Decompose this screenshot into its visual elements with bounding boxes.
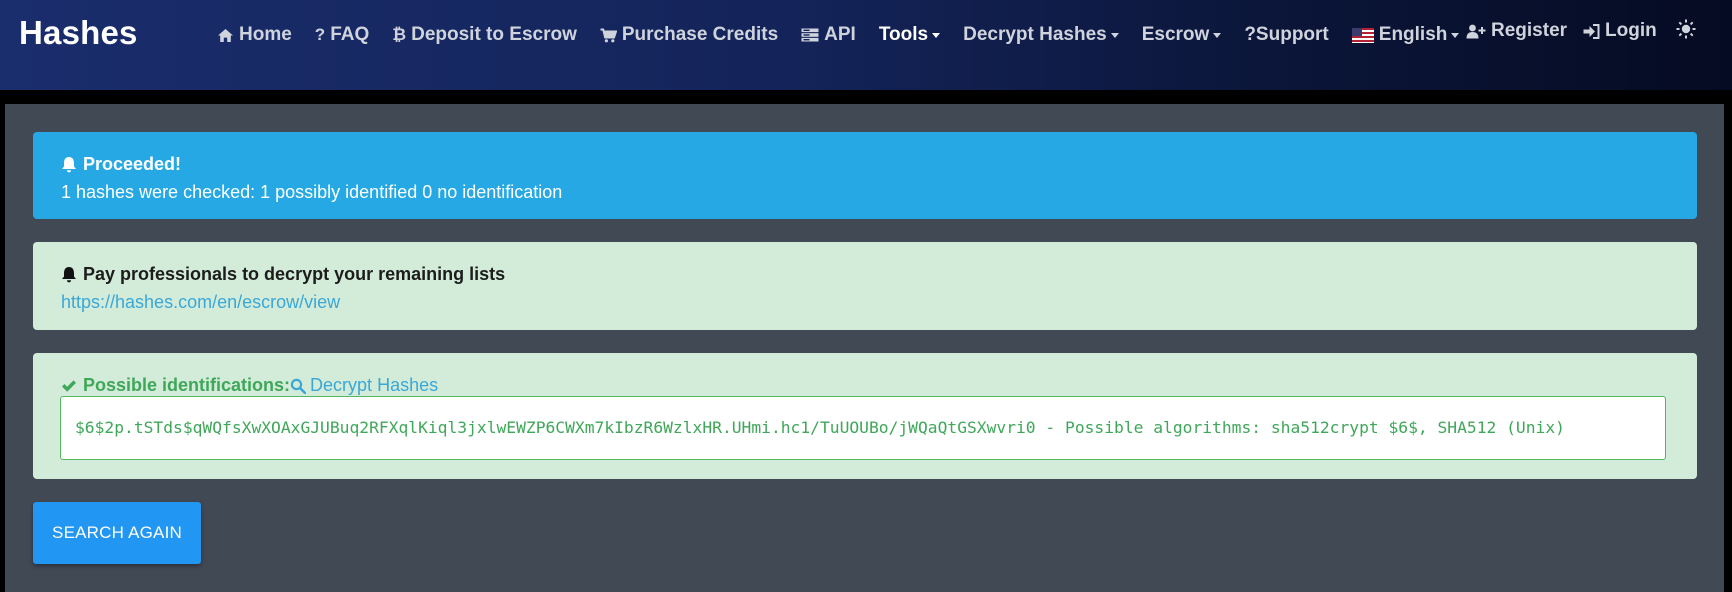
question-icon: ? [314, 25, 326, 44]
nav-register[interactable]: Register [1466, 20, 1567, 42]
chevron-down-icon [1213, 32, 1222, 38]
chevron-down-icon [1110, 32, 1119, 38]
nav-escrow-label: Escrow [1141, 24, 1210, 45]
nav-faq-label: FAQ [330, 24, 370, 45]
proceeded-alert-title: Proceeded! [61, 154, 181, 175]
nav-language-label: English [1378, 24, 1448, 45]
escrow-title-text: Pay professionals to decrypt your remain… [83, 264, 506, 284]
decrypt-hashes-label: Decrypt Hashes [310, 375, 439, 395]
nav-escrow-dropdown[interactable]: Escrow [1142, 24, 1222, 46]
nav-api[interactable]: API [801, 24, 856, 46]
nav-deposit[interactable]: ₿ Deposit to Escrow [392, 24, 577, 46]
top-navbar: Hashes Home ? FAQ ₿ Deposit to Escrow Pu… [0, 0, 1732, 90]
nav-tools-label: Tools [878, 24, 929, 45]
cart-icon [600, 28, 617, 43]
bell-icon [61, 156, 77, 173]
chevron-down-icon [1451, 32, 1460, 38]
nav-purchase-credits[interactable]: Purchase Credits [600, 24, 778, 46]
search-icon [290, 378, 307, 394]
search-again-button[interactable]: SEARCH AGAIN [33, 502, 201, 564]
nav-login[interactable]: Login [1583, 20, 1657, 42]
escrow-alert-title: Pay professionals to decrypt your remain… [61, 264, 505, 285]
proceeded-alert-text: 1 hashes were checked: 1 possibly identi… [61, 182, 563, 202]
escrow-alert: Pay professionals to decrypt your remain… [33, 242, 1697, 330]
user-plus-icon [1466, 24, 1486, 39]
identifications-alert: Possible identifications: Decrypt Hashes… [33, 353, 1697, 479]
identifications-title-row: Possible identifications: Decrypt Hashes [61, 375, 438, 396]
nav-support[interactable]: ?Support [1244, 24, 1328, 46]
server-icon [801, 28, 819, 42]
nav-deposit-label: Deposit to Escrow [411, 24, 577, 45]
escrow-link[interactable]: https://hashes.com/en/escrow/view [61, 292, 340, 313]
nav-support-label: ?Support [1244, 24, 1329, 45]
decrypt-hashes-link[interactable]: Decrypt Hashes [290, 375, 438, 396]
nav-register-label: Register [1491, 20, 1568, 41]
main-content: Proceeded! 1 hashes were checked: 1 poss… [5, 104, 1724, 592]
bitcoin-icon: ₿ [392, 25, 407, 44]
us-flag-icon [1351, 27, 1374, 43]
nav-faq[interactable]: ? FAQ [315, 24, 369, 46]
nav-home-label: Home [239, 24, 292, 45]
sign-in-icon [1583, 23, 1600, 39]
nav-api-label: API [824, 24, 856, 45]
sun-icon[interactable] [1676, 19, 1696, 45]
nav-home[interactable]: Home [217, 24, 292, 46]
identification-result-box[interactable]: $6$2p.tSTds$qWQfsXwXOAxGJUBuq2RFXqlKiql3… [60, 396, 1666, 460]
bell-icon [61, 266, 77, 283]
proceeded-title-text: Proceeded! [83, 154, 182, 174]
identifications-title: Possible identifications: [83, 375, 291, 395]
nav-tools-dropdown[interactable]: Tools [878, 24, 941, 46]
nav-language-dropdown[interactable]: English [1351, 24, 1460, 46]
proceeded-alert: Proceeded! 1 hashes were checked: 1 poss… [33, 132, 1697, 219]
chevron-down-icon [932, 32, 941, 38]
check-icon [61, 379, 77, 393]
nav-decrypt-label: Decrypt Hashes [963, 24, 1107, 45]
brand-logo[interactable]: Hashes [19, 14, 138, 52]
main-nav: Home ? FAQ ₿ Deposit to Escrow Purchase … [217, 20, 1482, 50]
nav-purchase-label: Purchase Credits [621, 24, 779, 45]
nav-decrypt-dropdown[interactable]: Decrypt Hashes [963, 24, 1119, 46]
home-icon [217, 28, 234, 43]
nav-login-label: Login [1605, 20, 1657, 41]
